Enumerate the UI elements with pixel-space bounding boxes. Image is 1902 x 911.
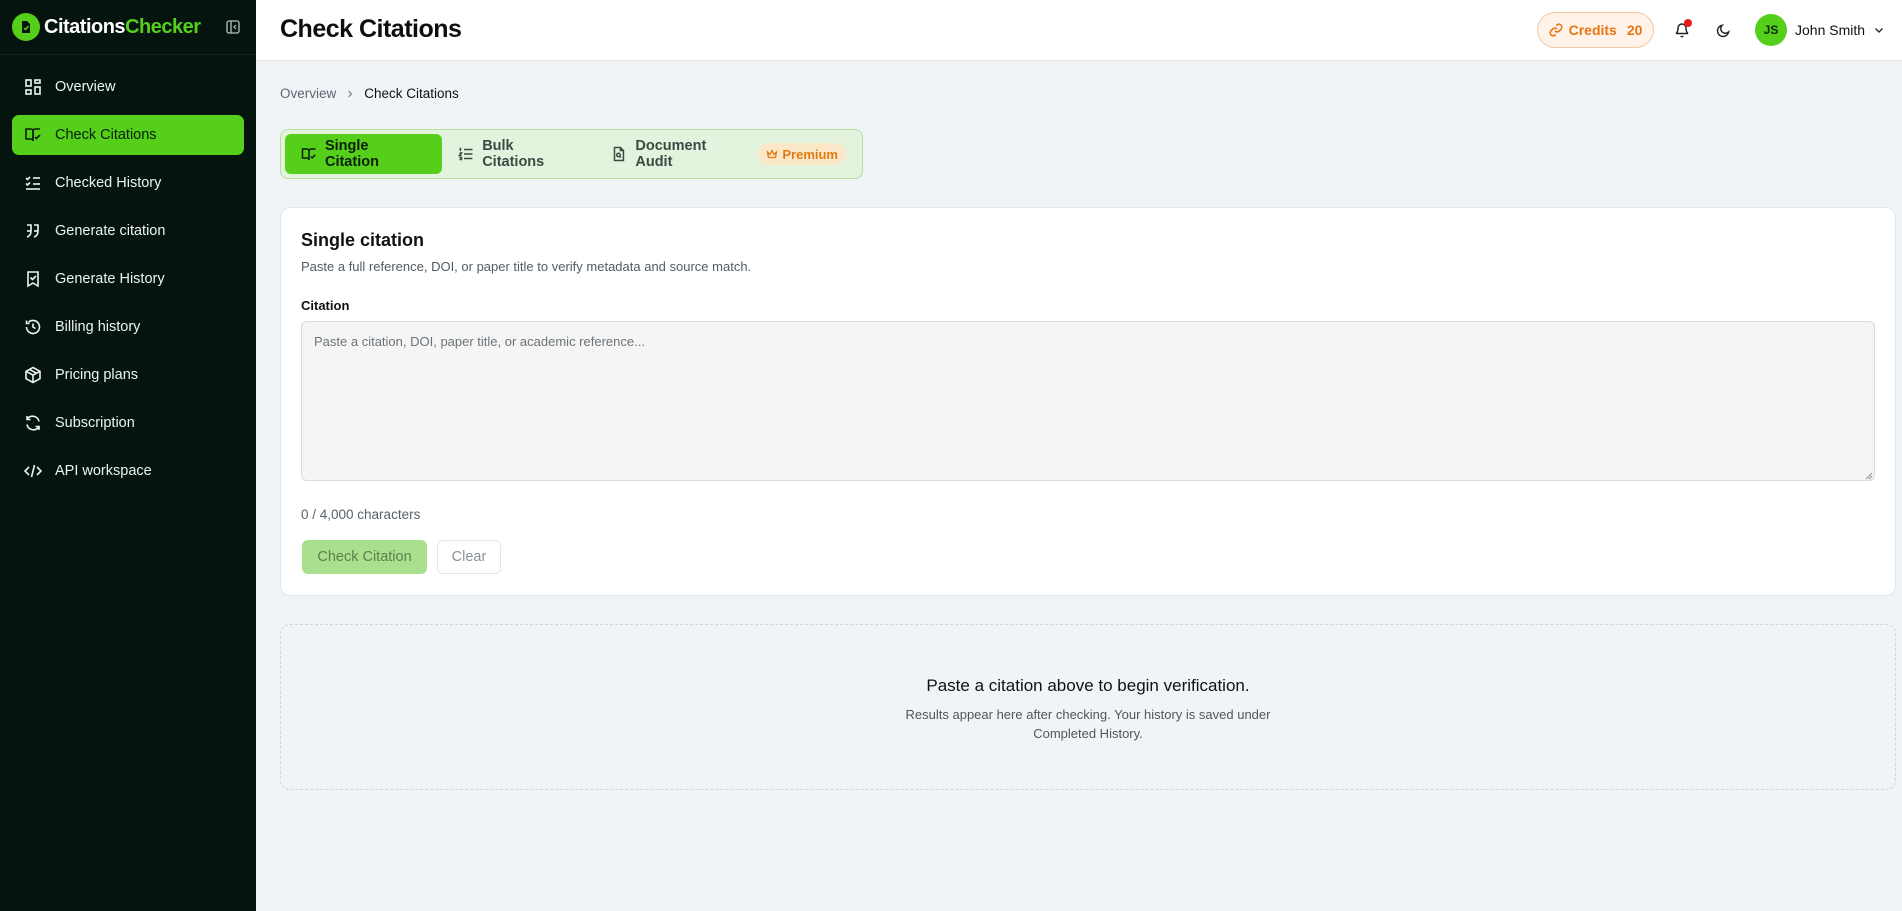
theme-toggle-button[interactable]: [1710, 17, 1736, 43]
sidebar-item-label: Generate citation: [55, 223, 166, 239]
moon-icon: [1716, 23, 1730, 37]
sidebar: CitationsChecker Overview Check Citation…: [0, 0, 256, 911]
sidebar-item-checked-history[interactable]: Checked History: [12, 163, 244, 203]
user-menu[interactable]: JS John Smith: [1755, 14, 1885, 46]
mode-tabs: Single Citation Bulk Citations Document …: [280, 129, 863, 179]
quote-icon: [22, 220, 44, 242]
logo-icon: [12, 13, 40, 41]
clear-button[interactable]: Clear: [437, 540, 501, 574]
panel-left-icon: [226, 20, 240, 34]
history-icon: [22, 316, 44, 338]
book-check-icon: [22, 124, 44, 146]
notifications-button[interactable]: [1669, 17, 1695, 43]
tab-document-audit[interactable]: Document Audit Premium: [595, 134, 862, 174]
chevron-down-icon: [1875, 27, 1884, 34]
sidebar-collapse-button[interactable]: [222, 16, 244, 38]
sidebar-item-generate-history[interactable]: Generate History: [12, 259, 244, 299]
sidebar-item-label: API workspace: [55, 463, 152, 479]
credits-value: 20: [1626, 22, 1643, 38]
sidebar-item-generate-citation[interactable]: Generate citation: [12, 211, 244, 251]
character-counter: 0 / 4,000 characters: [301, 507, 421, 522]
card-subtitle: Paste a full reference, DOI, or paper ti…: [301, 259, 752, 274]
sidebar-item-label: Subscription: [55, 415, 135, 431]
sidebar-item-label: Pricing plans: [55, 367, 139, 383]
sidebar-item-label: Checked History: [55, 175, 162, 191]
tab-label: Bulk Citations: [482, 138, 545, 170]
sidebar-item-pricing-plans[interactable]: Pricing plans: [12, 355, 244, 395]
package-icon: [22, 364, 44, 386]
code-icon: [22, 460, 44, 482]
sidebar-item-overview[interactable]: Overview: [12, 67, 244, 107]
empty-state-subtitle: Results appear here after checking. Your…: [905, 707, 1271, 741]
sidebar-item-label: Billing history: [55, 319, 141, 335]
sidebar-item-label: Generate History: [55, 271, 165, 287]
brand-part2: Checker: [125, 15, 201, 38]
premium-badge-label: Premium: [782, 146, 838, 162]
breadcrumb-current: Check Citations: [364, 86, 459, 101]
sidebar-item-check-citations[interactable]: Check Citations: [12, 115, 244, 155]
bookmark-check-icon: [22, 268, 44, 290]
sidebar-item-label: Check Citations: [55, 127, 157, 143]
user-name: John Smith: [1795, 22, 1866, 38]
single-citation-card: Single citation Paste a full reference, …: [280, 207, 1896, 596]
crown-icon: [766, 149, 778, 159]
link-icon: [1549, 23, 1563, 37]
tab-label: Document Audit: [635, 138, 707, 170]
sidebar-item-subscription[interactable]: Subscription: [12, 403, 244, 443]
list-check-icon: [22, 172, 44, 194]
resize-grip-icon[interactable]: [1865, 472, 1873, 480]
refresh-icon: [22, 412, 44, 434]
file-search-icon: [614, 146, 625, 162]
results-empty-state: Paste a citation above to begin verifica…: [280, 624, 1896, 790]
check-citation-button[interactable]: Check Citation: [302, 540, 427, 574]
sidebar-item-billing-history[interactable]: Billing history: [12, 307, 244, 347]
tab-label: Single Citation: [324, 138, 379, 170]
list-ordered-icon: [458, 147, 473, 161]
sidebar-item-api-workspace[interactable]: API workspace: [12, 451, 244, 491]
premium-badge: Premium: [758, 143, 846, 165]
notification-dot: [1684, 19, 1692, 27]
sidebar-item-label: Overview: [55, 79, 116, 95]
book-open-check-icon: [301, 148, 316, 161]
chevron-right-icon: [348, 90, 353, 97]
tab-single-citation[interactable]: Single Citation: [285, 134, 443, 174]
credits-badge[interactable]: Credits 20: [1537, 12, 1654, 48]
card-title: Single citation: [301, 230, 425, 250]
breadcrumb-overview[interactable]: Overview: [280, 86, 336, 101]
tab-bulk-citations[interactable]: Bulk Citations: [442, 134, 595, 174]
brand-logo[interactable]: CitationsChecker: [44, 16, 201, 39]
empty-state-title: Paste a citation above to begin verifica…: [926, 676, 1250, 695]
credits-label: Credits: [1568, 22, 1617, 38]
top-header: Check Citations Credits 20 JS John Smith: [256, 0, 1902, 61]
logo-row: CitationsChecker: [0, 0, 256, 55]
citation-input[interactable]: [301, 321, 1875, 481]
breadcrumb: Overview Check Citations: [280, 86, 459, 101]
brand-part1: Citations: [44, 15, 126, 38]
page-title: Check Citations: [280, 15, 462, 43]
grid-icon: [22, 76, 44, 98]
citation-field-label: Citation: [301, 298, 350, 313]
sidebar-nav: Overview Check Citations Checked History…: [0, 55, 256, 491]
avatar: JS: [1755, 14, 1787, 46]
